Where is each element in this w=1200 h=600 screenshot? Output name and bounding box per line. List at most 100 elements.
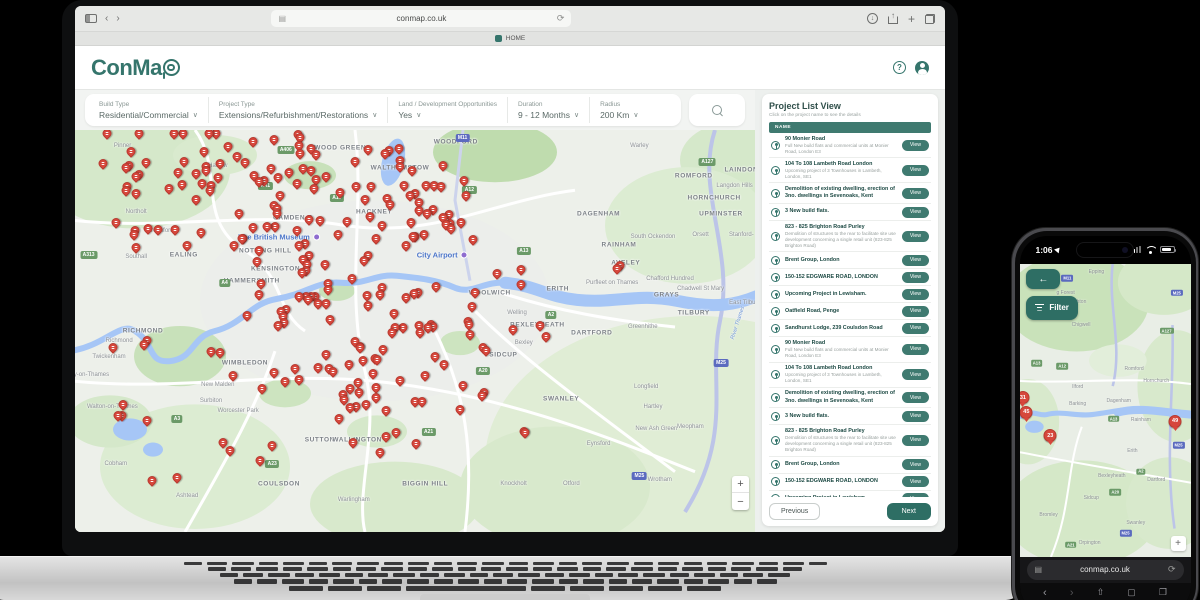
map-canvas[interactable]: PinnerHarrowWOOD GREENWALTHAMSTOWWOODFOR… (75, 130, 755, 532)
view-button[interactable]: View (902, 188, 929, 199)
view-button[interactable]: View (902, 140, 929, 151)
sidebar-toggle-icon[interactable] (85, 14, 97, 23)
browser-toolbar: ‹ › ▤ conmap.co.uk ⟳ ↓ + (75, 6, 945, 32)
project-text: 3 New build flats. (785, 208, 897, 215)
view-button[interactable]: View (902, 272, 929, 283)
phone-forward-nav-icon[interactable]: › (1070, 587, 1074, 599)
table-row[interactable]: 3 New build flats.View (769, 408, 931, 425)
tab-overview-icon[interactable] (925, 14, 935, 24)
table-row[interactable]: Sandhurst Lodge, 239 Coulsdon RoadView (769, 320, 931, 337)
phone-bookmarks-icon[interactable]: ▢ (1127, 587, 1136, 598)
table-row[interactable]: 104 To 108 Lambeth Road LondonUpcoming p… (769, 158, 931, 183)
project-pin-icon (771, 256, 780, 265)
phone-share-icon[interactable]: ⇧ (1097, 587, 1105, 598)
phone-back-nav-icon[interactable]: ‹ (1043, 587, 1047, 599)
phone-cluster-pin[interactable]: 23 (1044, 429, 1057, 442)
view-button[interactable]: View (902, 459, 929, 470)
project-subtitle: Demolition of structures to the rear to … (785, 435, 897, 453)
phone-back-button[interactable]: ← (1026, 269, 1060, 289)
previous-button[interactable]: Previous (769, 503, 820, 520)
profile-icon[interactable] (915, 61, 929, 75)
zoom-in-button[interactable]: + (732, 476, 749, 493)
keyboard-key (345, 573, 363, 577)
table-row[interactable]: 823 - 825 Brighton Road PurleyDemolition… (769, 425, 931, 456)
conmap-logo[interactable]: ConMa (91, 55, 180, 81)
back-chevron-icon[interactable]: ‹ (105, 14, 108, 24)
table-row[interactable]: 823 - 825 Brighton Road PurleyDemolition… (769, 221, 931, 252)
keyboard-key (559, 579, 578, 584)
phone-filter-button[interactable]: Filter (1026, 296, 1078, 320)
search-button[interactable] (689, 94, 745, 126)
project-pin-icon (771, 166, 780, 175)
keyboard-key (289, 586, 323, 591)
keyboard-key (507, 579, 527, 584)
view-button[interactable]: View (902, 411, 929, 422)
help-icon[interactable]: ? (893, 61, 906, 74)
view-button[interactable]: View (902, 306, 929, 317)
keyboard-key (458, 579, 479, 584)
keyboard-key (319, 573, 340, 577)
filter-project-type[interactable]: Project TypeExtensions/Refurbishment/Res… (209, 97, 388, 123)
view-button[interactable]: View (902, 435, 929, 446)
phone-map-canvas[interactable]: Eppingg ForestLoughtonChigwellRomfordHor… (1020, 264, 1191, 557)
project-pin-icon (771, 189, 780, 198)
view-button[interactable]: View (902, 323, 929, 334)
filter-land-development-opportunities[interactable]: Land / Development OpportunitiesYes∨ (388, 97, 508, 123)
keyboard-key (732, 562, 754, 565)
address-bar[interactable]: ▤ conmap.co.uk ⟳ (271, 10, 571, 27)
table-row[interactable]: 150-152 EDGWARE ROAD, LONDONView (769, 269, 931, 286)
download-icon[interactable]: ↓ (867, 13, 878, 24)
project-title: 823 - 825 Brighton Road Purley (785, 428, 897, 435)
view-button[interactable]: View (902, 476, 929, 487)
view-button[interactable]: View (902, 231, 929, 242)
filter-radius[interactable]: Radius200 Km∨ (590, 97, 648, 123)
view-button[interactable]: View (902, 207, 929, 218)
view-button[interactable]: View (902, 255, 929, 266)
view-button[interactable]: View (902, 392, 929, 403)
filter-label: Project Type (219, 101, 377, 108)
project-text: Upcoming Project in Lewisham. (785, 291, 897, 298)
view-button[interactable]: View (902, 344, 929, 355)
view-button[interactable]: View (902, 369, 929, 380)
table-row[interactable]: Oatfield Road, PengeView (769, 303, 931, 320)
table-row[interactable]: 90 Monier RoadFull New build flats and c… (769, 337, 931, 362)
project-title: 823 - 825 Brighton Road Purley (785, 224, 897, 231)
phone-tabs-icon[interactable]: ❐ (1159, 587, 1167, 598)
table-row[interactable]: 150-152 EDGWARE ROAD, LONDONView (769, 474, 931, 491)
view-button[interactable]: View (902, 289, 929, 300)
phone-cluster-pin[interactable]: 49 (1169, 415, 1182, 428)
share-icon[interactable] (888, 13, 898, 24)
keyboard-key (333, 579, 354, 584)
tab-home[interactable]: HOME (506, 35, 526, 42)
laptop-mockup: ‹ › ▤ conmap.co.uk ⟳ ↓ + HOME (62, 0, 958, 556)
table-row[interactable]: Brent Group, LondonView (769, 457, 931, 474)
phone-refresh-icon[interactable]: ⟳ (1168, 564, 1176, 575)
table-row[interactable]: Upcoming Project in Lewisham. View (769, 286, 931, 303)
view-button[interactable]: View (902, 165, 929, 176)
refresh-icon[interactable]: ⟳ (557, 13, 565, 24)
zoom-out-button[interactable]: − (732, 493, 749, 510)
table-row[interactable]: 104 To 108 Lambeth Road LondonUpcoming p… (769, 363, 931, 388)
filter-build-type[interactable]: Build TypeResidential/Commercial∨ (89, 97, 209, 123)
filter-duration[interactable]: Duration9 - 12 Months∨ (508, 97, 590, 123)
forward-chevron-icon[interactable]: › (116, 14, 119, 24)
keyboard-key (759, 562, 778, 565)
keyboard-key (444, 573, 465, 577)
next-button[interactable]: Next (887, 503, 931, 520)
keyboard-key (707, 562, 727, 565)
project-pin-icon (771, 370, 780, 379)
keyboard-key (457, 562, 477, 565)
table-row[interactable]: Demolition of existing dwelling, erectio… (769, 183, 931, 204)
logo-text: ConMa (91, 55, 162, 81)
filter-label: Duration (518, 101, 579, 108)
table-row[interactable]: 3 New build flats. View (769, 204, 931, 221)
table-row[interactable]: Brent Group, LondonView (769, 252, 931, 269)
phone-cluster-pin[interactable]: 45 (1020, 406, 1033, 419)
table-row[interactable]: Demolition of existing dwelling, erectio… (769, 388, 931, 409)
phone-zoom-in-button[interactable]: + (1171, 536, 1186, 551)
project-pin-icon (771, 477, 780, 486)
new-tab-icon[interactable]: + (908, 13, 915, 25)
phone-address-bar[interactable]: ▤ conmap.co.uk ⟳ (1027, 560, 1184, 580)
keyboard-key (406, 586, 526, 591)
table-row[interactable]: 90 Monier RoadFull New build flats and c… (769, 133, 931, 158)
